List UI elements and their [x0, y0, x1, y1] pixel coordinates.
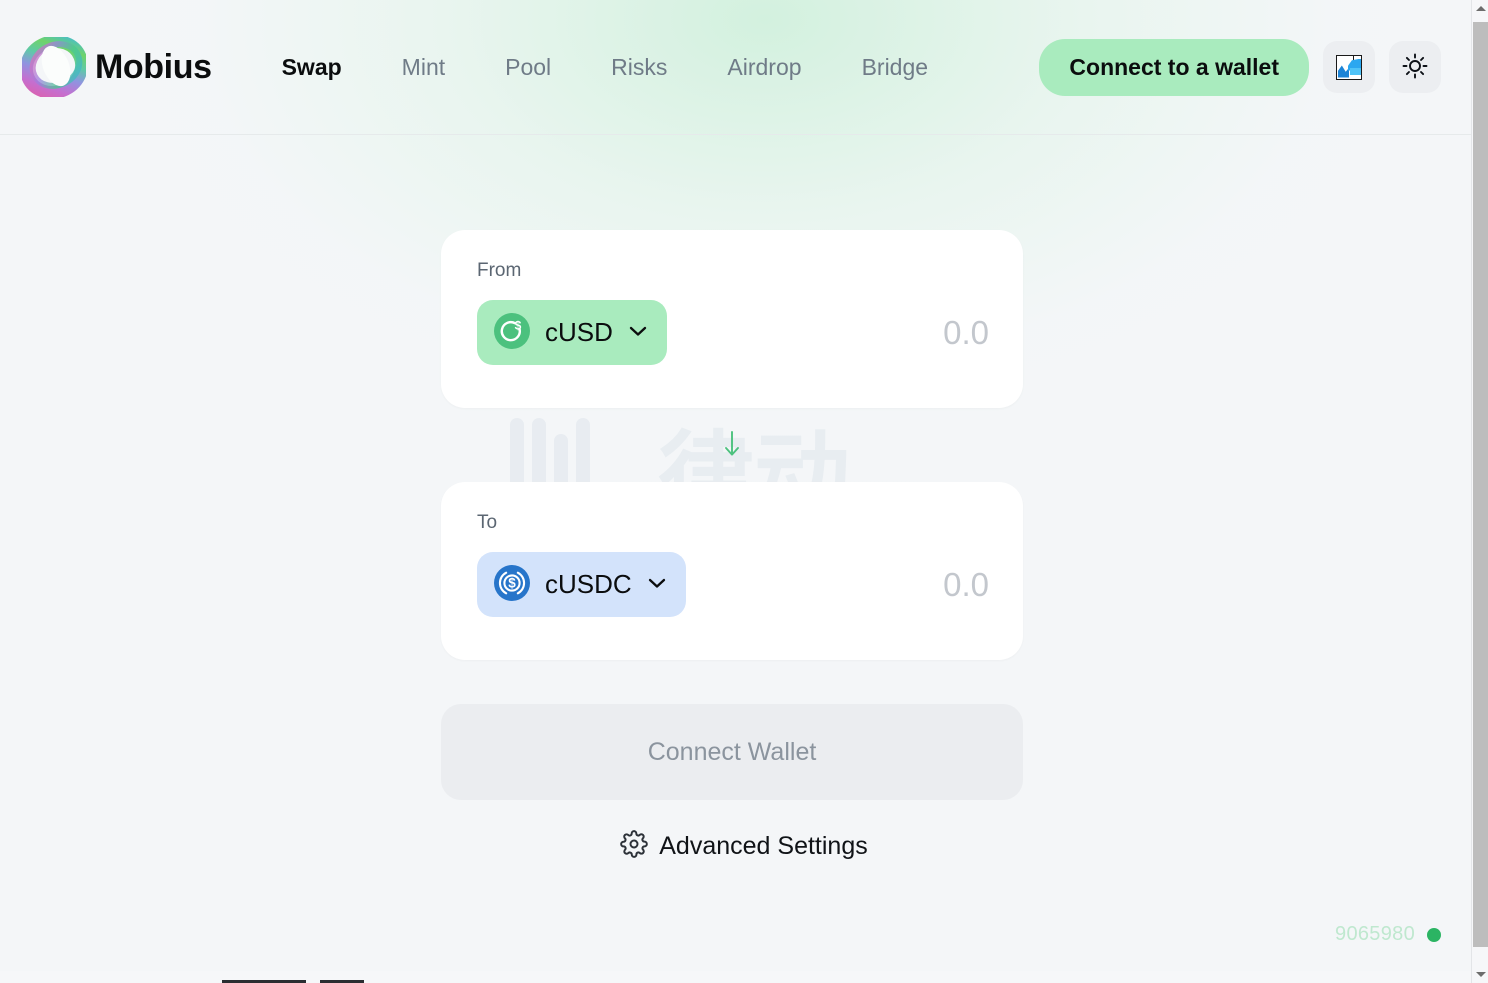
mobius-ring-logo-icon — [22, 37, 86, 97]
sun-icon — [1402, 53, 1428, 82]
swap-panel: From $ cUSD 0.0 To $ cUSDC 0.0 Connect W… — [441, 230, 1023, 863]
nav-item-mint[interactable]: Mint — [372, 48, 475, 87]
scroll-down-button[interactable] — [1472, 966, 1488, 983]
gear-icon — [620, 830, 649, 863]
chevron-down-icon — [646, 576, 668, 593]
advanced-settings-label: Advanced Settings — [659, 832, 868, 860]
block-status: 9065980 — [1335, 923, 1441, 946]
scroll-up-button[interactable] — [1472, 0, 1488, 17]
brand[interactable]: Mobius — [22, 37, 212, 97]
connection-status-dot — [1427, 927, 1441, 942]
page-viewport: 律动 BLOCKBEATS — [0, 0, 1471, 971]
horizontal-scrollbar[interactable] — [0, 971, 1471, 983]
svg-text:$: $ — [515, 319, 522, 333]
to-label: To — [477, 512, 498, 533]
broken-image-icon — [1336, 54, 1362, 80]
to-token-selector[interactable]: $ cUSDC — [477, 552, 686, 617]
vertical-scrollbar-thumb[interactable] — [1473, 22, 1488, 947]
chevron-up-icon — [1475, 6, 1486, 11]
from-label: From — [477, 260, 522, 281]
swap-from-card: From $ cUSD 0.0 — [441, 230, 1023, 408]
swap-to-card: To $ cUSDC 0.0 — [441, 482, 1023, 660]
header-actions: Connect to a wallet — [1039, 38, 1441, 96]
cusdc-token-icon: $ — [493, 564, 531, 605]
broken-image-button[interactable] — [1323, 41, 1375, 93]
svg-text:$: $ — [508, 576, 516, 591]
chevron-down-icon — [627, 324, 649, 341]
vertical-scrollbar[interactable] — [1471, 0, 1488, 983]
block-number: 9065980 — [1335, 923, 1415, 945]
cusd-token-icon: $ — [493, 312, 531, 353]
nav-item-swap[interactable]: Swap — [252, 48, 372, 87]
swap-direction-indicator — [441, 426, 1023, 466]
chevron-down-icon — [1475, 972, 1486, 977]
from-amount-input[interactable]: 0.0 — [943, 314, 989, 352]
nav-item-airdrop[interactable]: Airdrop — [697, 48, 831, 87]
brand-name: Mobius — [95, 47, 212, 86]
nav-item-risks[interactable]: Risks — [581, 48, 697, 87]
arrow-down-icon[interactable] — [721, 429, 743, 464]
nav-item-pool[interactable]: Pool — [475, 48, 581, 87]
to-token-symbol: cUSDC — [545, 569, 632, 599]
advanced-settings-toggle[interactable]: Advanced Settings — [441, 830, 1023, 863]
nav-item-bridge[interactable]: Bridge — [832, 48, 958, 87]
theme-toggle-button[interactable] — [1389, 41, 1441, 93]
from-token-selector[interactable]: $ cUSD — [477, 300, 667, 365]
to-amount-input[interactable]: 0.0 — [943, 566, 989, 604]
main-navigation: Swap Mint Pool Risks Airdrop Bridge — [252, 48, 958, 87]
from-token-symbol: cUSD — [545, 317, 613, 347]
connect-wallet-button[interactable]: Connect Wallet — [441, 704, 1023, 800]
to-row: $ cUSDC 0.0 — [477, 552, 989, 617]
top-header: Mobius Swap Mint Pool Risks Airdrop Brid… — [0, 0, 1471, 135]
from-row: $ cUSD 0.0 — [477, 300, 989, 365]
connect-to-wallet-button[interactable]: Connect to a wallet — [1039, 38, 1309, 96]
